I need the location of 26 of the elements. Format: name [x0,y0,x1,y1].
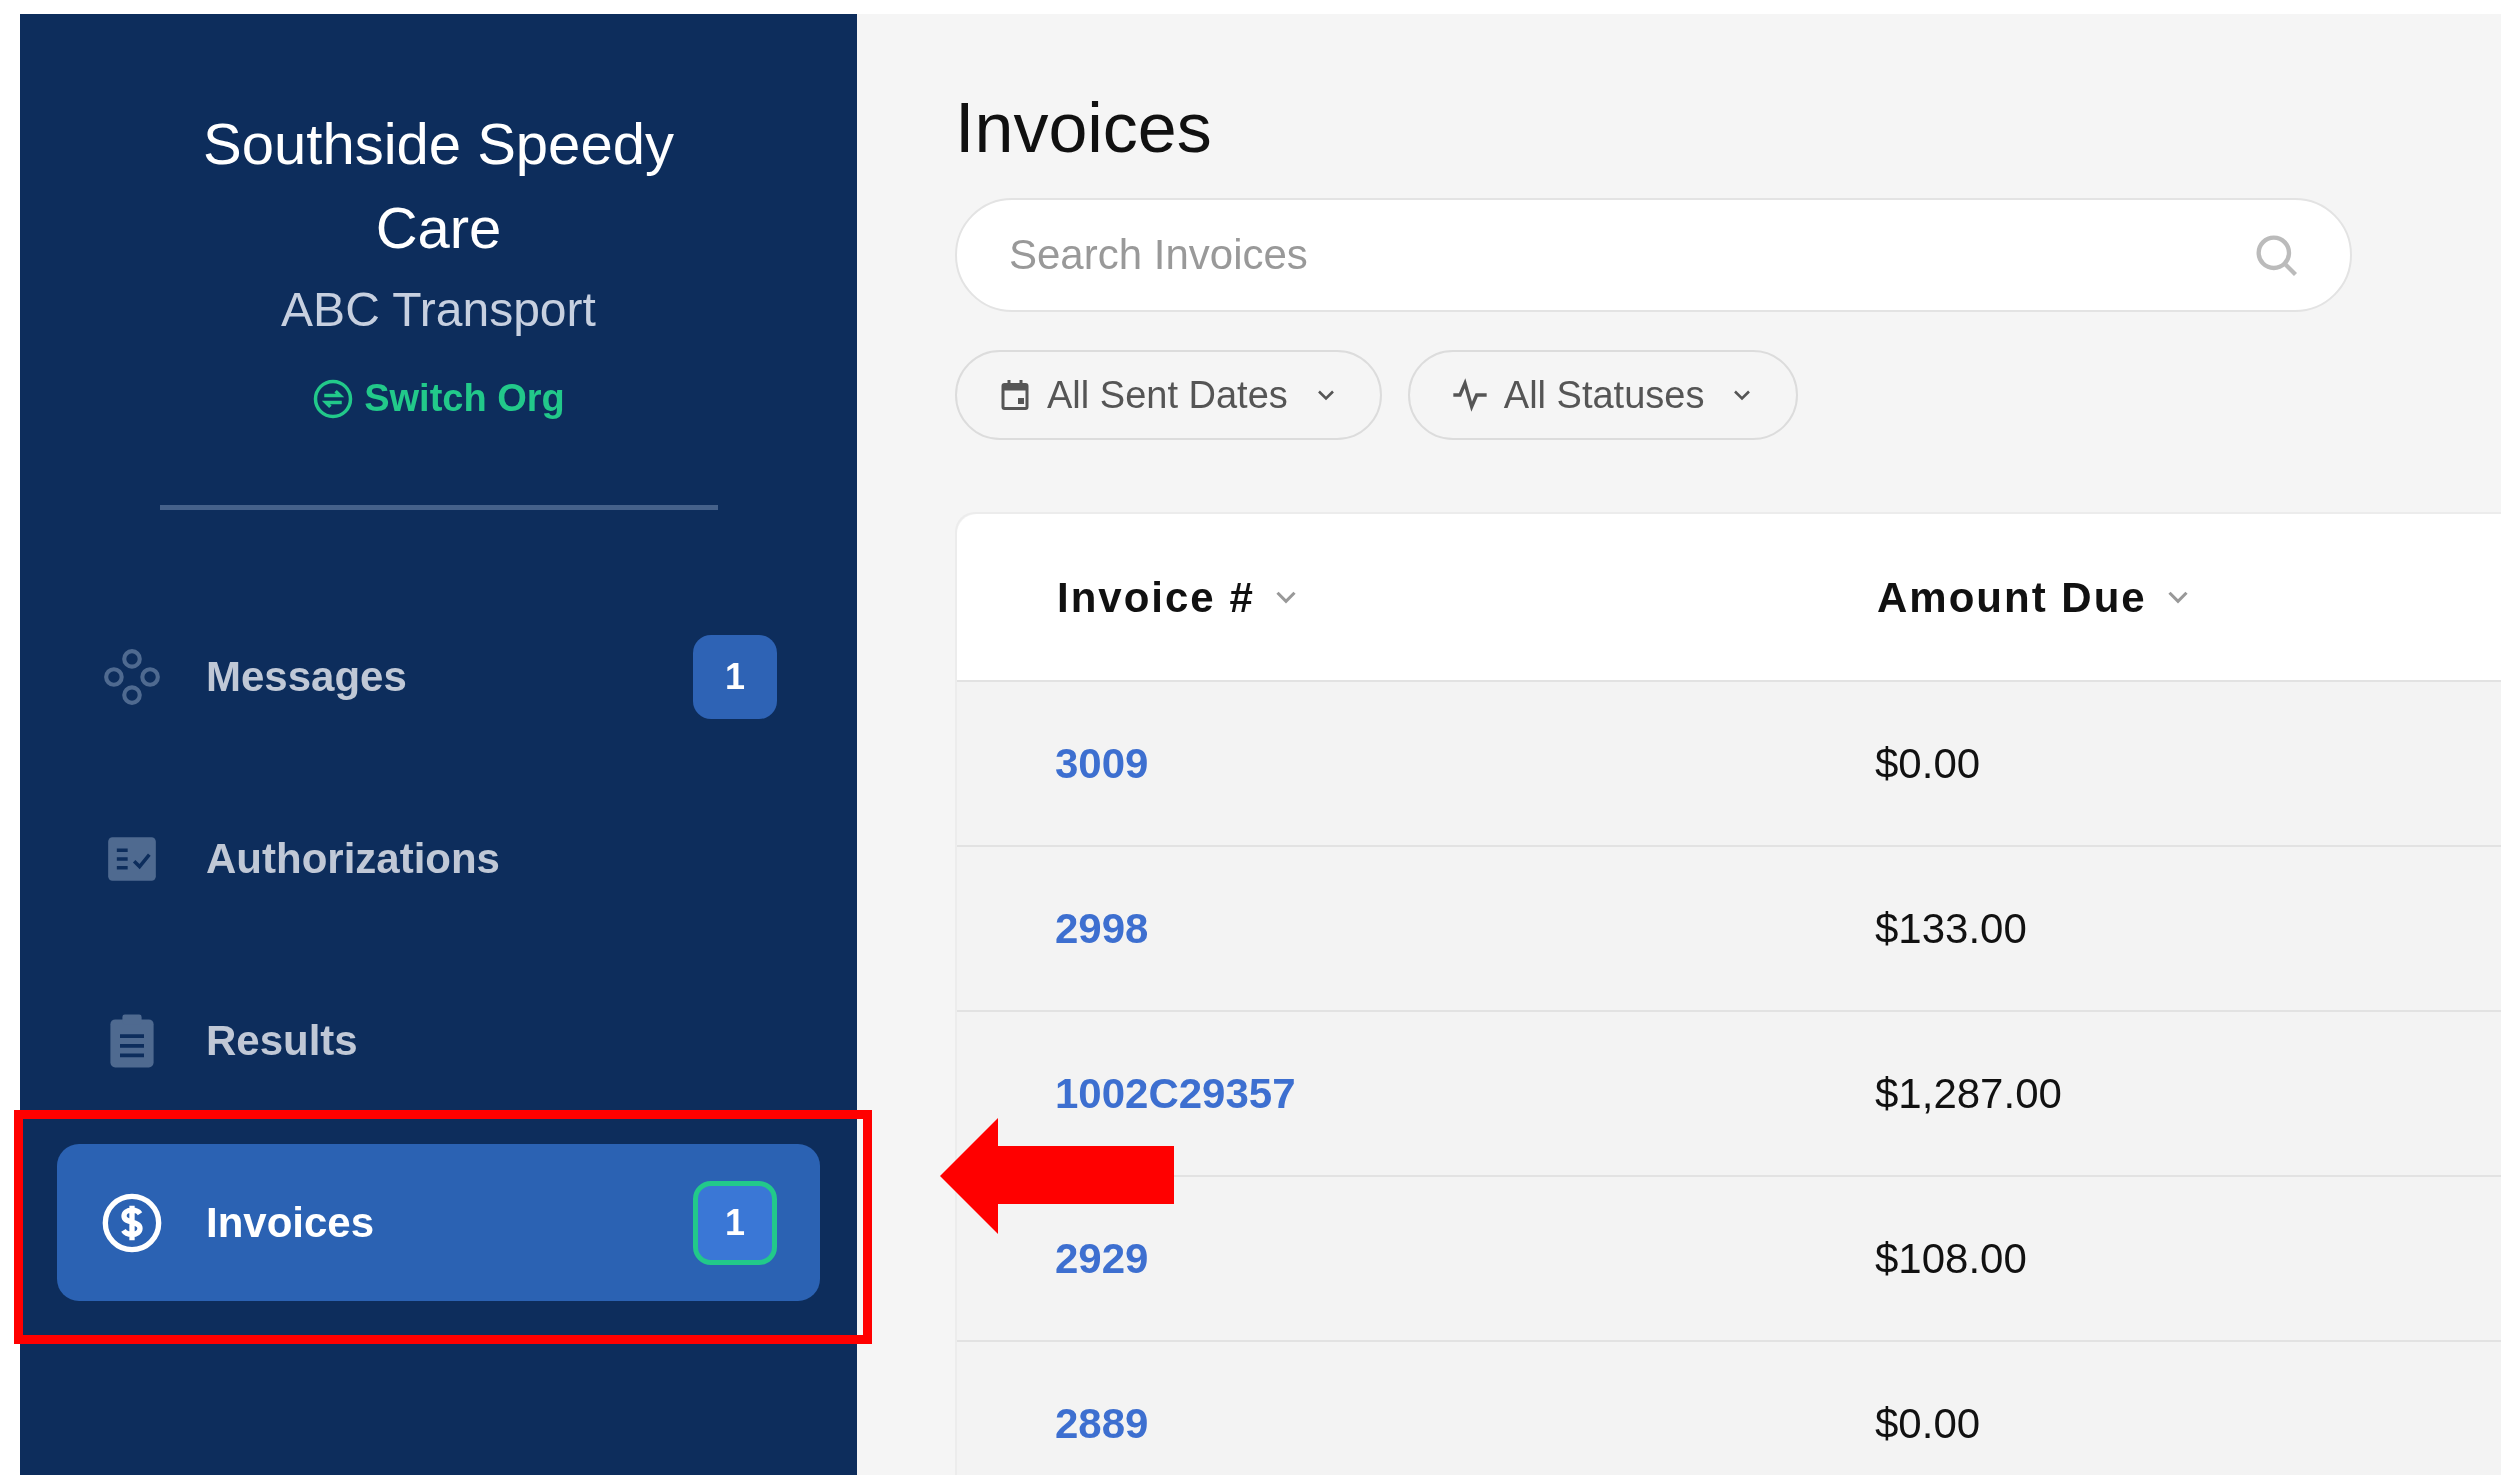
org-name: Southside Speedy Care [202,110,675,262]
switch-org-link[interactable]: Switch Org [312,370,565,427]
amount-cell-text: $0.00 [1874,739,1981,789]
filter-dropdown[interactable]: All Sent Dates [955,350,1382,440]
nav-item[interactable]: Invoices 1 [57,1144,820,1301]
page-title: Invoices [955,88,1213,169]
nav-item[interactable]: Messages 1 [57,598,820,755]
amount-cell-text: $133.00 [1874,904,2027,954]
count-badge: 1 [693,634,777,719]
amount-cell-text: $108.00 [1874,1234,2027,1284]
swap-circle-icon [312,377,355,420]
invoice-link[interactable]: 3009 [957,732,1867,795]
amount-cell-text: $0.00 [1874,1399,1981,1449]
nav-item[interactable]: Authorizations [57,780,820,937]
invoice-link[interactable]: 1002C29357 [957,1062,1867,1125]
invoice-link[interactable]: 2889 [957,1392,1867,1455]
column-header[interactable]: Amount Due [1867,565,2501,629]
invoice-link[interactable]: 2998 [957,897,1867,960]
invoice-link[interactable]: 2929 [957,1227,1867,1290]
amount-cell-text: $1,287.00 [1874,1069,2062,1119]
count-badge: 1 [693,1180,777,1265]
company-name: ABC Transport [281,282,596,338]
search-field[interactable]: Search Invoices [955,198,2352,312]
filter-dropdown[interactable]: All Statuses [1407,350,1799,440]
nav-item[interactable]: Results [57,962,820,1119]
column-header[interactable]: Invoice # [957,565,1867,629]
